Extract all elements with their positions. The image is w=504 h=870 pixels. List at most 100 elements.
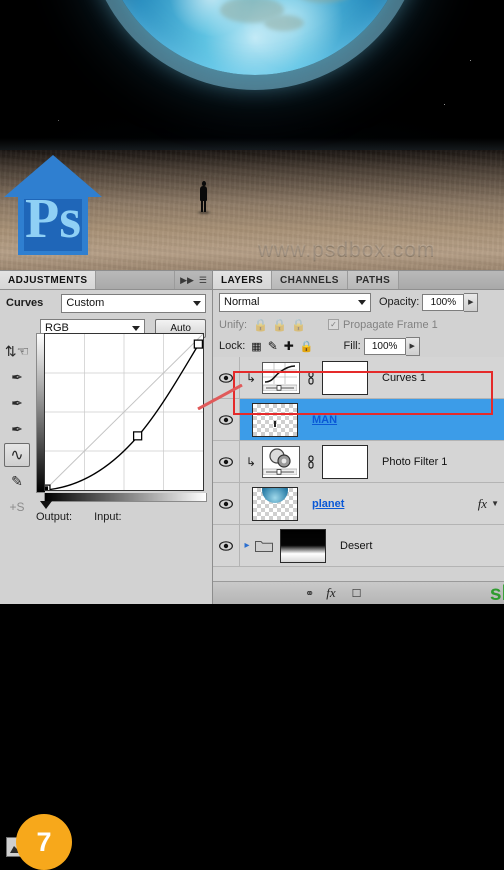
output-label: Output: xyxy=(36,511,73,523)
input-gradient-bar xyxy=(44,493,207,502)
eyedropper-white-icon[interactable]: ✒ xyxy=(4,417,30,441)
transparent-layer-thumb[interactable] xyxy=(252,402,298,437)
lock-position-icon[interactable]: ✚ xyxy=(284,339,294,353)
link-layers-icon[interactable]: ⚭ xyxy=(305,587,314,600)
preset-dropdown[interactable]: Custom xyxy=(61,293,206,313)
clipping-mask-icon: ↳ xyxy=(245,454,257,469)
document-canvas[interactable]: Ps www.psdbox.com xyxy=(0,0,504,270)
step-badge: 7 xyxy=(16,814,72,870)
curves-adjustment-icon[interactable] xyxy=(262,361,300,394)
preset-row: Curves Custom xyxy=(0,290,212,316)
layer-list: ↳ Curves 1 MAN ↳ Photo Filter 1 planet f… xyxy=(213,357,504,567)
table-row[interactable]: ▸ Desert xyxy=(213,525,504,567)
layer-visibility-toggle[interactable] xyxy=(213,483,240,524)
fill-label: Fill: xyxy=(343,340,361,352)
unify-style-icon[interactable]: 🔒 xyxy=(291,318,306,332)
link-mask-icon[interactable] xyxy=(300,454,322,469)
pencil-tool-icon[interactable]: ✎ xyxy=(4,469,30,493)
layers-bottom-toolbar: ⚭ fx ☐ shancun www. .net xyxy=(213,581,504,604)
photoshop-screenshot: Ps www.psdbox.com ADJUSTMENTS ▶▶ ☰ Curve… xyxy=(0,0,504,870)
layers-tabbar: LAYERS CHANNELS PATHS xyxy=(213,271,504,290)
input-label: Input: xyxy=(94,511,122,523)
gradient-mask-thumb[interactable] xyxy=(280,528,326,563)
propagate-checkbox[interactable]: ✓ xyxy=(327,319,339,330)
tab-layers[interactable]: LAYERS xyxy=(213,271,273,289)
fill-stepper[interactable]: ▶ xyxy=(405,336,420,356)
curve-values-row: Output: Input: xyxy=(36,511,212,523)
layer-name[interactable]: Desert xyxy=(326,540,504,552)
on-image-adjust-icon[interactable]: ⇅☜ xyxy=(4,339,30,363)
lock-all-icon[interactable]: 🔒 xyxy=(300,340,314,353)
layer-name[interactable]: planet xyxy=(298,498,478,510)
man-silhouette xyxy=(198,181,210,214)
add-mask-icon[interactable]: ☐ xyxy=(352,587,362,600)
propagate-label: Propagate Frame 1 xyxy=(342,318,438,331)
layer-visibility-toggle[interactable] xyxy=(213,525,240,566)
smooth-curve-icon[interactable]: +S xyxy=(4,495,30,519)
layer-style-fx-icon[interactable]: fx xyxy=(478,496,491,512)
fill-input[interactable]: 100% xyxy=(363,337,406,355)
panel-menu-icon[interactable]: ☰ xyxy=(199,275,207,285)
layer-visibility-toggle[interactable] xyxy=(213,441,240,482)
curve-control-points[interactable] xyxy=(45,334,203,490)
group-disclosure-icon[interactable]: ▸ xyxy=(240,540,254,551)
tabbar-spacer xyxy=(399,271,504,289)
curves-toolbar: ⇅☜ ✒ ✒ ✒ ∿ ✎ +S xyxy=(0,337,34,539)
clipping-mask-icon: ↳ xyxy=(245,370,257,385)
lock-fill-row: Lock: ▦ ✎ ✚ 🔒 Fill: 100% ▶ xyxy=(213,335,504,357)
opacity-stepper[interactable]: ▶ xyxy=(464,292,479,312)
shancun-logo: shancun www. .net xyxy=(490,580,504,604)
tab-paths[interactable]: PATHS xyxy=(347,271,400,289)
adjustments-tabbar: ADJUSTMENTS ▶▶ ☰ xyxy=(0,271,212,290)
eyedropper-gray-icon[interactable]: ✒ xyxy=(4,391,30,415)
table-row[interactable]: MAN xyxy=(213,399,504,441)
blend-mode-value: Normal xyxy=(224,296,260,308)
layer-name[interactable]: MAN xyxy=(298,414,504,426)
layer-name[interactable]: Photo Filter 1 xyxy=(368,456,504,468)
photoshop-logo-text: Ps xyxy=(25,188,81,250)
unify-row: Unify: 🔒 🔒 🔒 ✓ Propagate Frame 1 xyxy=(213,314,504,335)
opacity-label: Opacity: xyxy=(379,296,420,308)
photo-filter-icon[interactable] xyxy=(262,445,300,478)
table-row[interactable]: ↳ Photo Filter 1 xyxy=(213,441,504,483)
layer-mask-thumb[interactable] xyxy=(322,360,368,395)
layers-panel: LAYERS CHANNELS PATHS Normal Opacity: 10… xyxy=(212,270,504,604)
link-mask-icon[interactable] xyxy=(300,370,322,385)
layer-style-fx-icon[interactable]: fx xyxy=(326,585,339,601)
shancun-text-a: shan xyxy=(489,582,504,605)
unify-label: Unify: xyxy=(219,318,248,331)
table-row[interactable]: ↳ Curves 1 xyxy=(213,357,504,399)
curve-tool-icon[interactable]: ∿ xyxy=(4,443,30,467)
blend-mode-dropdown[interactable]: Normal xyxy=(219,292,371,312)
annotation-leader-line xyxy=(197,384,243,410)
curves-graph[interactable] xyxy=(36,333,207,509)
blend-opacity-row: Normal Opacity: 100% ▶ xyxy=(213,290,504,314)
lock-label: Lock: xyxy=(219,340,246,352)
unify-visibility-icon[interactable]: 🔒 xyxy=(272,318,287,332)
preset-label: Curves xyxy=(6,297,44,309)
black-point-slider[interactable] xyxy=(40,501,52,509)
layer-name[interactable]: Curves 1 xyxy=(368,372,504,384)
watermark: www.psdbox.com xyxy=(258,238,436,261)
layer-mask-thumb[interactable] xyxy=(322,444,368,479)
planet-thumb[interactable] xyxy=(252,486,298,521)
lock-transparency-icon[interactable]: ▦ xyxy=(251,340,261,353)
chevron-down-icon xyxy=(132,325,141,331)
chevron-down-icon xyxy=(193,300,201,306)
eyedropper-black-icon[interactable]: ✒ xyxy=(4,365,30,389)
photoshop-logo: Ps xyxy=(4,155,102,255)
preset-value: Custom xyxy=(66,297,105,309)
double-arrow-right-icon[interactable]: ▶▶ xyxy=(180,275,194,285)
curve-plot-area[interactable] xyxy=(44,333,204,491)
tabbar-spacer xyxy=(96,271,176,289)
table-row[interactable]: planet fx ▼ xyxy=(213,483,504,525)
opacity-input[interactable]: 100% xyxy=(422,293,465,311)
chevron-down-icon xyxy=(358,299,366,305)
adjustments-tab-icons: ▶▶ ☰ xyxy=(175,271,212,289)
tab-channels[interactable]: CHANNELS xyxy=(272,271,348,289)
lock-image-icon[interactable]: ✎ xyxy=(268,339,278,353)
chevron-down-icon[interactable]: ▼ xyxy=(491,499,504,508)
unify-position-icon[interactable]: 🔒 xyxy=(253,318,268,332)
tab-adjustments[interactable]: ADJUSTMENTS xyxy=(0,271,97,289)
folder-icon xyxy=(254,539,274,552)
